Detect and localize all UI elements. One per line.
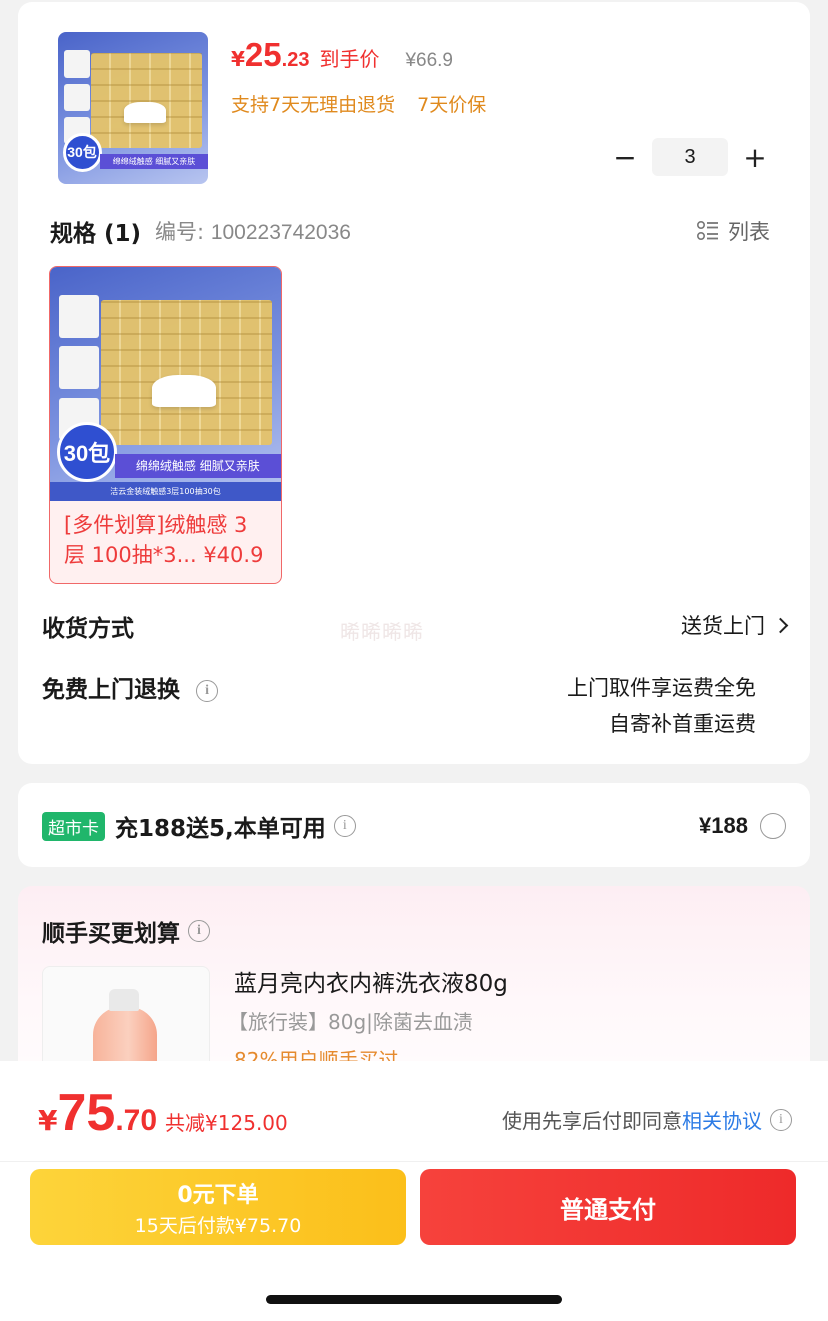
list-icon <box>696 220 718 241</box>
divider <box>0 1161 828 1162</box>
pay-later-button[interactable]: 0元下单 15天后付款¥75.70 <box>30 1169 406 1245</box>
total-symbol: ¥ <box>38 1104 58 1137</box>
bundle-item-name[interactable]: 蓝月亮内衣内裤洗衣液80g <box>234 964 508 998</box>
supercard-text: 充188送5,本单可用 <box>115 816 326 842</box>
spec-count-badge: 30包 <box>56 422 117 483</box>
price-row: ¥ 25 .23 到手价 ¥66.9 <box>231 36 453 74</box>
product-card: 30包 绵绵绒触感 细腻又亲肤 ¥ 25 .23 到手价 ¥66.9 支持7天无… <box>18 2 810 764</box>
quantity-stepper: − 3 + <box>608 138 772 176</box>
thumb-banner: 绵绵绒触感 细腻又亲肤 <box>100 153 208 169</box>
returns-row: 免费上门退换 i 上门取件享运费全免 自寄补首重运费 <box>42 670 786 742</box>
spec-option-selected[interactable]: 30包 绵绵绒触感 细腻又亲肤 洁云金装绒触感3层100抽30包 [多件划算]绒… <box>49 266 282 584</box>
spec-code-label: 编号: <box>155 220 205 244</box>
product-thumbnail[interactable]: 30包 绵绵绒触感 细腻又亲肤 <box>58 32 208 184</box>
pay-now-button[interactable]: 普通支付 <box>420 1169 796 1245</box>
pay-later-subtitle: 15天后付款¥75.70 <box>134 1215 302 1237</box>
info-icon[interactable]: i <box>188 920 210 942</box>
returns-value-line1: 上门取件享运费全免 <box>567 676 756 700</box>
price-decimal: .23 <box>281 49 310 71</box>
spec-option-label: [多件划算]绒触感 3层 100抽*3... ¥40.9 <box>64 513 264 567</box>
supercard-offer[interactable]: 超市卡 充188送5,本单可用 i ¥188 <box>18 783 810 867</box>
home-indicator <box>266 1295 562 1304</box>
total-integer: 75 <box>57 1084 116 1142</box>
supercard-radio[interactable] <box>760 813 786 839</box>
spec-header: 规格 (1) 编号: 100223742036 列表 <box>50 214 770 248</box>
price-symbol: ¥ <box>231 47 245 71</box>
thumb-count-badge: 30包 <box>62 132 102 172</box>
agreement-notice: 使用先享后付即同意 相关协议 i <box>502 1105 792 1134</box>
spec-footer-text: 洁云金装绒触感3层100抽30包 <box>50 482 281 501</box>
chevron-right-icon <box>772 617 789 633</box>
spec-code: 编号: 100223742036 <box>155 216 351 246</box>
returns-label: 免费上门退换 i <box>42 670 219 742</box>
agreement-link[interactable]: 相关协议 <box>682 1105 762 1134</box>
spec-code-value: 100223742036 <box>210 221 351 244</box>
service-price-protect: 7天价保 <box>417 94 487 116</box>
quantity-value[interactable]: 3 <box>652 138 728 176</box>
delivery-label: 收货方式 <box>42 616 134 642</box>
pay-later-title: 0元下单 <box>177 1183 259 1208</box>
total-price: ¥ 75 .70 共减¥125.00 <box>38 1083 288 1143</box>
total-saved: 共减¥125.00 <box>165 1111 288 1135</box>
spec-banner: 绵绵绒触感 细腻又亲肤 <box>114 454 281 478</box>
service-return: 支持7天无理由退货 <box>231 94 396 116</box>
total-decimal: .70 <box>115 1104 158 1137</box>
checkout-bar: ¥ 75 .70 共减¥125.00 使用先享后付即同意 相关协议 i 0元下单… <box>0 1061 828 1321</box>
original-price: ¥66.9 <box>405 50 453 71</box>
supercard-price: ¥188 <box>699 813 748 838</box>
list-view-toggle[interactable]: 列表 <box>696 216 770 246</box>
info-icon[interactable]: i <box>196 679 219 702</box>
spec-title: 规格 (1) <box>50 221 142 247</box>
decrease-button[interactable]: − <box>608 138 642 176</box>
info-icon[interactable]: i <box>770 1108 792 1131</box>
price-tag: 到手价 <box>319 47 380 71</box>
bundle-title: 顺手买更划算 i <box>42 914 210 948</box>
spec-option-image: 30包 绵绵绒触感 细腻又亲肤 洁云金装绒触感3层100抽30包 <box>50 267 281 501</box>
bundle-item-desc: 【旅行装】80g|除菌去血渍 <box>228 1010 473 1034</box>
agreement-text: 使用先享后付即同意 <box>502 1109 682 1133</box>
info-icon[interactable]: i <box>333 815 356 837</box>
returns-value: 上门取件享运费全免 自寄补首重运费 <box>567 670 756 742</box>
watermark: 晞晞晞晞 <box>340 620 424 644</box>
increase-button[interactable]: + <box>738 138 772 176</box>
returns-value-line2: 自寄补首重运费 <box>609 712 756 736</box>
delivery-value: 送货上门 <box>681 608 789 644</box>
list-view-label: 列表 <box>728 220 770 244</box>
supercard-badge: 超市卡 <box>42 811 105 841</box>
price-integer: 25 <box>244 36 282 73</box>
service-guarantees: 支持7天无理由退货 7天价保 <box>231 90 486 117</box>
